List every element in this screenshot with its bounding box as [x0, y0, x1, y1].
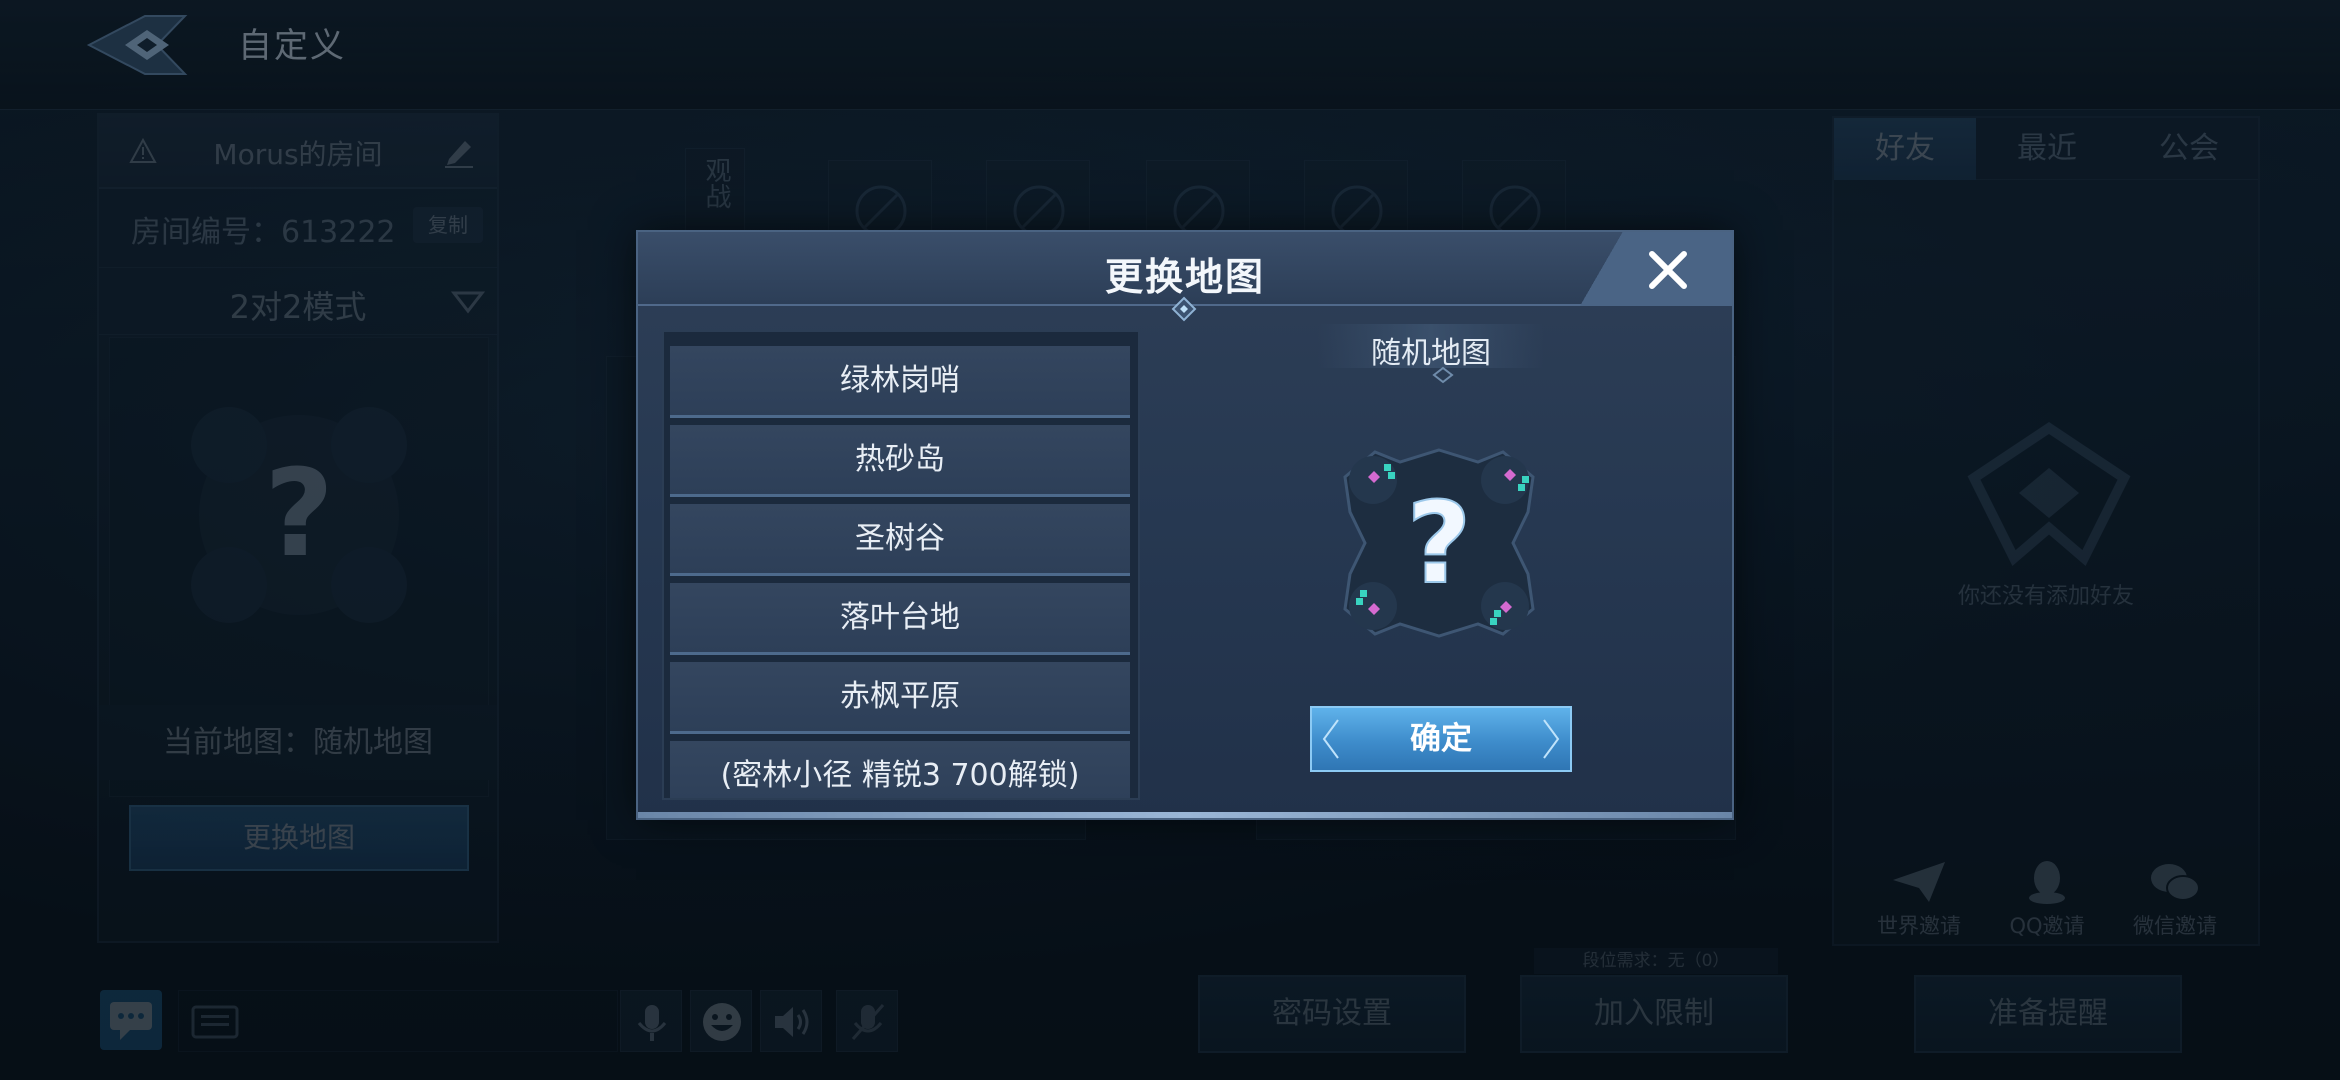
dialog-title: 更换地图 [1104, 255, 1265, 299]
chevron-right-icon [1543, 719, 1560, 759]
chevron-left-icon [1322, 719, 1339, 759]
confirm-label: 确定 [1410, 721, 1472, 757]
change-map-dialog: 更换地图 绿林岗哨 热砂岛 圣树谷 落叶台地 赤枫平原 (密林小径 精锐3 70… [636, 230, 1734, 820]
random-map-preview: ? [1343, 448, 1535, 638]
map-item[interactable]: 圣树谷 [670, 504, 1130, 576]
map-item[interactable]: 热砂岛 [670, 425, 1130, 497]
map-item[interactable]: 赤枫平原 [670, 662, 1130, 734]
map-list[interactable]: 绿林岗哨 热砂岛 圣树谷 落叶台地 赤枫平原 (密林小径 精锐3 700解锁) [662, 330, 1140, 800]
map-item[interactable]: 绿林岗哨 [670, 346, 1130, 418]
selected-map-label: 随机地图 [1371, 336, 1491, 371]
map-item[interactable]: 落叶台地 [670, 583, 1130, 655]
header-gem-icon [1171, 296, 1197, 322]
close-icon[interactable] [1644, 246, 1692, 294]
label-gem-icon [1432, 366, 1454, 384]
dialog-header: 更换地图 [638, 232, 1732, 306]
dialog-footer-line [638, 812, 1732, 818]
selected-map-label-bar: 随机地图 [1318, 324, 1544, 371]
confirm-button[interactable]: 确定 [1310, 706, 1572, 772]
svg-text:?: ? [1407, 479, 1472, 609]
map-item-locked[interactable]: (密林小径 精锐3 700解锁) [670, 741, 1130, 798]
